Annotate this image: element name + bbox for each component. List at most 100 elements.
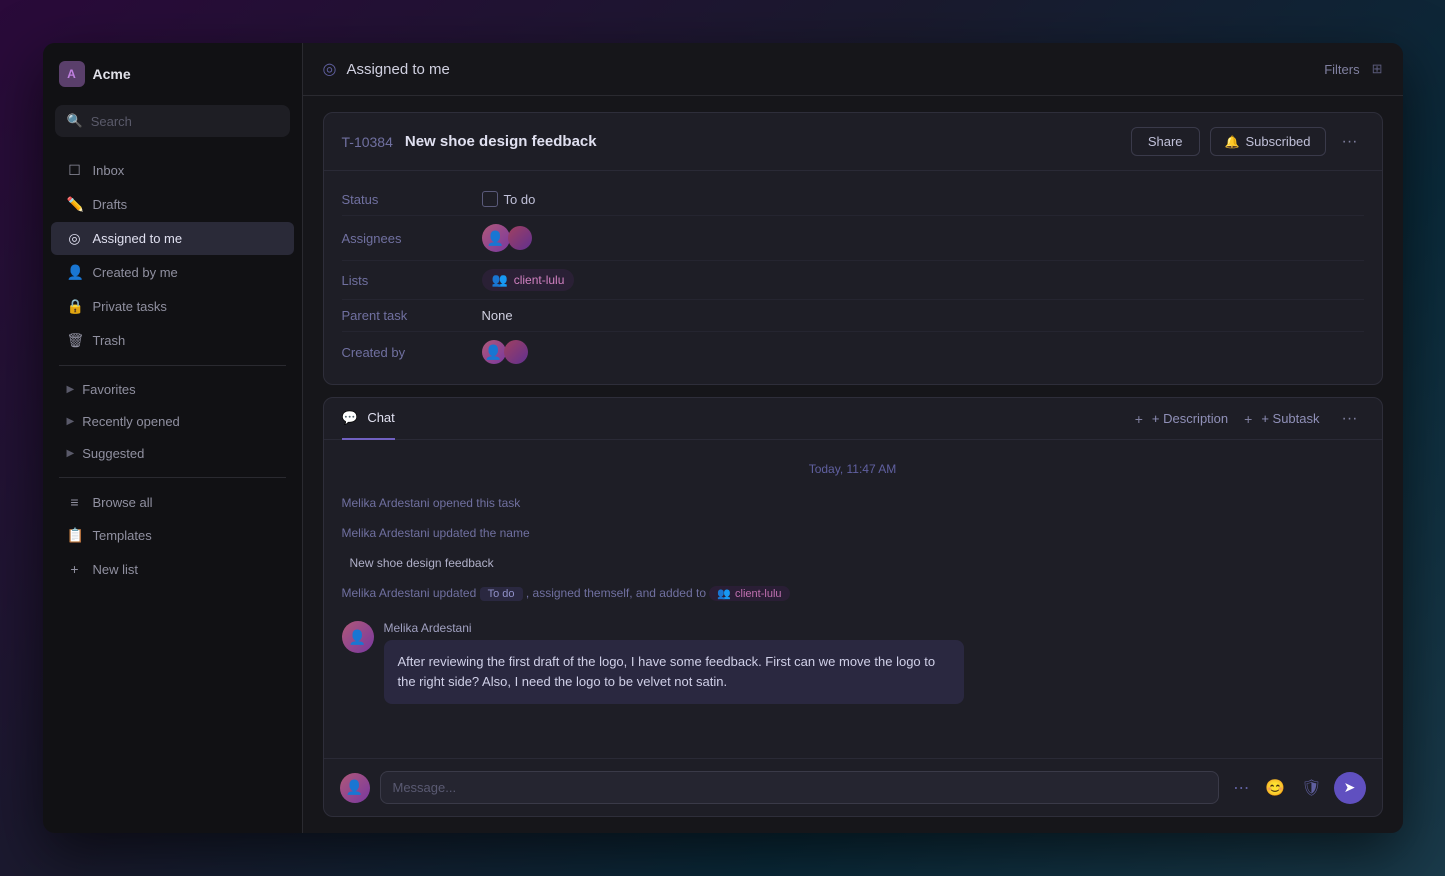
sidebar-item-label: Trash: [93, 333, 126, 348]
task-header-actions: Share 🔔 Subscribed ···: [1131, 127, 1364, 156]
filters-button[interactable]: Filters: [1324, 62, 1359, 77]
section-label: Recently opened: [82, 414, 180, 429]
divider: [59, 477, 286, 478]
sidebar-section-suggested[interactable]: ▶ Suggested: [51, 438, 294, 469]
bell-icon: 🔔: [1225, 135, 1240, 149]
assignees-label: Assignees: [342, 231, 482, 246]
list-badge-text: client-lulu: [514, 273, 565, 287]
lists-value: 👥 client-lulu: [482, 269, 575, 291]
tab-chat-label: Chat: [367, 410, 394, 425]
sidebar-item-label: Drafts: [93, 197, 128, 212]
message-author: Melika Ardestani: [384, 621, 1364, 635]
search-icon: 🔍: [67, 113, 83, 129]
layout-icon[interactable]: ⊞: [1372, 61, 1383, 77]
lock-icon: 🔒: [67, 298, 83, 315]
page-title: Assigned to me: [346, 61, 449, 78]
subtask-label: + Subtask: [1261, 411, 1319, 426]
subscribed-label: Subscribed: [1245, 134, 1310, 149]
send-button[interactable]: ➤: [1334, 772, 1366, 804]
plus-icon: +: [1135, 411, 1143, 427]
header-actions: Filters ⊞: [1324, 61, 1382, 77]
tab-chat[interactable]: 💬 Chat: [342, 398, 395, 440]
created-by-property: Created by: [342, 332, 1364, 372]
template-icon: 📋: [67, 527, 83, 544]
plus-icon: +: [1244, 411, 1252, 427]
lists-property: Lists 👥 client-lulu: [342, 261, 1364, 300]
task-card-header: T-10384 New shoe design feedback Share 🔔…: [324, 113, 1382, 171]
chevron-right-icon: ▶: [67, 448, 75, 459]
section-label: Favorites: [82, 382, 135, 397]
timestamp: Today, 11:47 AM: [342, 462, 1364, 476]
status-badge-inline: To do: [480, 587, 523, 601]
chat-more-button[interactable]: ···: [1336, 406, 1364, 432]
sidebar-item-new-list[interactable]: + New list: [51, 553, 294, 585]
chat-input-area: ⋯ 😊 🛡 ➤: [324, 758, 1382, 816]
created-by-value: [482, 340, 528, 364]
lists-label: Lists: [342, 273, 482, 288]
share-button[interactable]: Share: [1131, 127, 1200, 156]
task-id-title: T-10384 New shoe design feedback: [342, 133, 597, 150]
message-input[interactable]: [380, 771, 1220, 804]
sidebar-nav: ☐ Inbox ✏️ Drafts ◎ Assigned to me 👤 Cre…: [43, 145, 302, 833]
list-badge[interactable]: 👥 client-lulu: [482, 269, 575, 291]
add-description-button[interactable]: + + Description: [1135, 411, 1228, 427]
add-subtask-button[interactable]: + + Subtask: [1244, 411, 1319, 427]
sidebar-item-drafts[interactable]: ✏️ Drafts: [51, 188, 294, 221]
divider: [59, 365, 286, 366]
emoji-button[interactable]: 😊: [1261, 774, 1289, 802]
created-icon: 👤: [67, 264, 83, 281]
sidebar-item-label: Private tasks: [93, 299, 167, 314]
main-content: ◎ Assigned to me Filters ⊞ T-10384 New s…: [303, 43, 1403, 833]
sidebar-item-label: Created by me: [93, 265, 178, 280]
sidebar-item-private-tasks[interactable]: 🔒 Private tasks: [51, 290, 294, 323]
sm4-pre: Melika Ardestani updated: [342, 586, 477, 600]
sidebar-item-inbox[interactable]: ☐ Inbox: [51, 154, 294, 187]
sidebar-item-label: Browse all: [93, 495, 153, 510]
message-bubble: After reviewing the first draft of the l…: [384, 640, 964, 704]
more-input-button[interactable]: ⋯: [1229, 774, 1253, 802]
chevron-right-icon: ▶: [67, 416, 75, 427]
input-actions: ⋯ 😊 🛡 ➤: [1229, 772, 1365, 804]
status-checkbox[interactable]: [482, 191, 498, 207]
section-label: Suggested: [82, 446, 144, 461]
user-message-block: Melika Ardestani After reviewing the fir…: [342, 621, 1364, 704]
sidebar: A Acme 🔍 Search ☐ Inbox ✏️ Drafts ◎ Assi…: [43, 43, 303, 833]
chevron-right-icon: ▶: [67, 384, 75, 395]
assignees-value: [482, 224, 532, 252]
sidebar-item-browse-all[interactable]: ≡ Browse all: [51, 486, 294, 518]
sidebar-item-templates[interactable]: 📋 Templates: [51, 519, 294, 552]
main-title-area: ◎ Assigned to me: [323, 59, 450, 79]
created-by-label: Created by: [342, 345, 482, 360]
sidebar-section-recently-opened[interactable]: ▶ Recently opened: [51, 406, 294, 437]
sidebar-item-label: Assigned to me: [93, 231, 183, 246]
sidebar-item-created-by-me[interactable]: 👤 Created by me: [51, 256, 294, 289]
parent-task-property: Parent task None: [342, 300, 1364, 332]
updated-name-text: New shoe design feedback: [350, 556, 494, 570]
inbox-icon: ☐: [67, 162, 83, 179]
sidebar-item-trash[interactable]: 🗑 Trash: [51, 324, 294, 357]
list-badge-inline: 👥 client-lulu: [709, 586, 789, 601]
system-message-name: New shoe design feedback: [342, 554, 1364, 572]
parent-task-label: Parent task: [342, 308, 482, 323]
description-label: + Description: [1152, 411, 1228, 426]
avatar: [482, 224, 510, 252]
subscribed-button[interactable]: 🔔 Subscribed: [1210, 127, 1326, 156]
sidebar-item-assigned-to-me[interactable]: ◎ Assigned to me: [51, 222, 294, 255]
chat-tabs: 💬 Chat + + Description + + Subtask ···: [324, 398, 1382, 440]
status-value: To do: [482, 191, 536, 207]
status-property: Status To do: [342, 183, 1364, 216]
attach-button[interactable]: 🛡: [1297, 774, 1325, 802]
parent-task-text: None: [482, 308, 513, 323]
sidebar-section-favorites[interactable]: ▶ Favorites: [51, 374, 294, 405]
trash-icon: 🗑: [67, 332, 83, 349]
more-options-button[interactable]: ···: [1336, 129, 1364, 155]
status-label: Status: [342, 192, 482, 207]
chat-messages: Today, 11:47 AM Melika Ardestani opened …: [324, 440, 1382, 758]
workspace-icon: A: [59, 61, 85, 87]
sidebar-header: A Acme: [43, 43, 302, 97]
input-avatar: [340, 773, 370, 803]
list-icon: ≡: [67, 494, 83, 510]
search-button[interactable]: 🔍 Search: [55, 105, 290, 137]
chat-card: 💬 Chat + + Description + + Subtask ···: [323, 397, 1383, 817]
system-message-text: Melika Ardestani opened this task: [342, 496, 521, 510]
